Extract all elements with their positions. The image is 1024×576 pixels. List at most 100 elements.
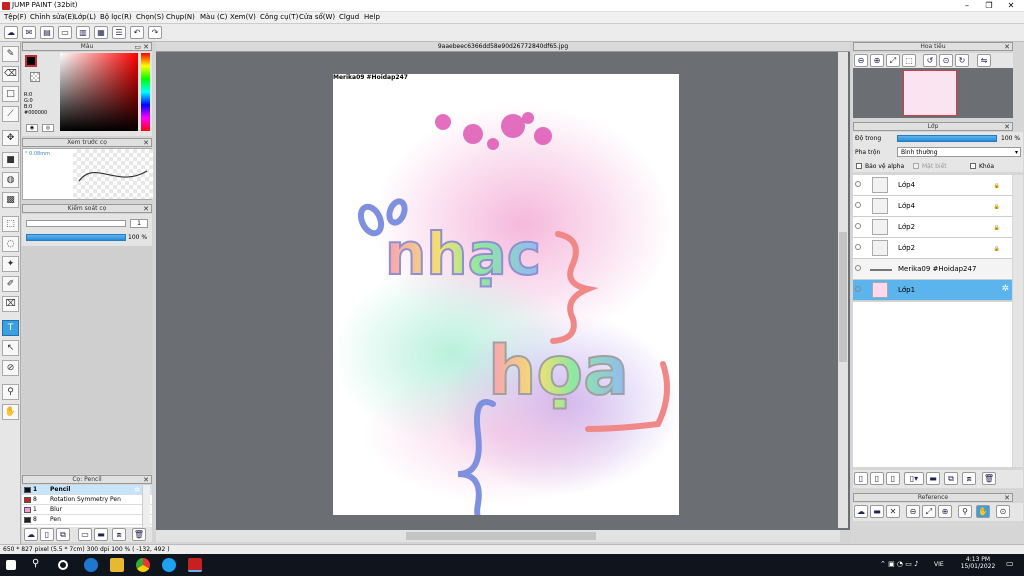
clock[interactable]: 4:13 PM 15/01/2022: [958, 556, 998, 570]
text-tool-icon[interactable]: T: [2, 320, 19, 336]
chat-icon[interactable]: ✉: [22, 26, 36, 39]
eyedropper-icon[interactable]: ⚲: [2, 384, 19, 400]
close-icon[interactable]: ✕: [1004, 123, 1010, 131]
zoom-out-icon[interactable]: ⊖: [854, 54, 868, 67]
menu-tools[interactable]: Công cụ(T): [260, 13, 298, 21]
color-swap-button[interactable]: ◎: [42, 124, 54, 132]
undo-icon[interactable]: ↶: [130, 26, 144, 39]
brush-item[interactable]: 8 Rotation Symmetry Pen: [22, 495, 152, 505]
saturation-value-picker[interactable]: [60, 53, 138, 131]
brush-item[interactable]: 1 Blur: [22, 505, 152, 515]
search-icon[interactable]: ⚲: [32, 558, 46, 572]
zoom-in-icon[interactable]: ⊕: [938, 505, 952, 518]
actual-size-icon[interactable]: ⬚: [902, 54, 916, 67]
zoom-out-icon[interactable]: ⊖: [906, 505, 920, 518]
visibility-icon[interactable]: [855, 202, 861, 208]
rotate-right-icon[interactable]: ↻: [955, 54, 969, 67]
cloud-icon[interactable]: ☁: [854, 505, 868, 518]
rotate-reset-icon[interactable]: ⊙: [939, 54, 953, 67]
operation-tool-icon[interactable]: ↖: [2, 340, 19, 356]
skype-icon[interactable]: [162, 558, 176, 572]
fit-icon[interactable]: ⤢: [922, 505, 936, 518]
new-layer-8bit-icon[interactable]: ▯: [870, 472, 884, 485]
menu-color[interactable]: Màu (C): [200, 13, 227, 21]
rectangle-tool-icon[interactable]: □: [2, 86, 19, 102]
menu-file[interactable]: Tệp(F): [4, 13, 27, 21]
menu-filter[interactable]: Bộ lọc(R): [100, 13, 132, 21]
menu-window[interactable]: Cửa sổ(W): [299, 13, 335, 21]
lasso-icon[interactable]: ◌: [2, 236, 19, 252]
brush-item[interactable]: 8 Pen: [22, 515, 152, 525]
trash-icon[interactable]: 🗑: [132, 528, 146, 541]
duplicate-icon[interactable]: ⧈: [112, 528, 126, 541]
layer-row-selected[interactable]: Lớp1 ✲: [853, 280, 1012, 301]
scroll-thumb[interactable]: [839, 232, 847, 362]
comment-icon[interactable]: ▤: [40, 26, 54, 39]
zoom-in-icon[interactable]: ⊕: [870, 54, 884, 67]
minimize-button[interactable]: –: [956, 0, 978, 12]
close-icon[interactable]: ✕: [143, 205, 149, 213]
magic-wand-icon[interactable]: ✦: [2, 256, 19, 272]
new-layer-icon[interactable]: ▯: [854, 472, 868, 485]
layer-row[interactable]: Lớp4 🔒: [853, 196, 1012, 217]
flip-icon[interactable]: ⇋: [977, 54, 991, 67]
scroll-thumb[interactable]: [406, 532, 596, 540]
mask-checkbox[interactable]: [913, 163, 919, 169]
new-layer-dropdown-icon[interactable]: ▯▾: [904, 472, 924, 485]
brush-tool-icon[interactable]: ✎: [2, 46, 19, 62]
edge-icon[interactable]: [84, 558, 98, 572]
close-icon[interactable]: ✕: [143, 139, 149, 147]
file-explorer-icon[interactable]: [110, 558, 124, 572]
visibility-icon[interactable]: [855, 286, 861, 292]
canvas-vertical-scrollbar[interactable]: [838, 52, 848, 528]
document-tab[interactable]: 9aaebeec6366dd58e90d26772840df65.jpg: [156, 42, 850, 52]
brush-size-value[interactable]: 1: [130, 219, 148, 228]
protect-alpha-checkbox[interactable]: [856, 163, 862, 169]
folder-icon[interactable]: ▬: [926, 472, 940, 485]
layer-row[interactable]: Lớp4 🔒: [853, 175, 1012, 196]
redo-icon[interactable]: ↷: [148, 26, 162, 39]
lock-checkbox[interactable]: [970, 163, 976, 169]
hand-tool-icon[interactable]: ✋: [2, 404, 19, 420]
language-indicator[interactable]: VIE: [934, 561, 944, 568]
new-layer-1bit-icon[interactable]: ▯: [886, 472, 900, 485]
visibility-icon[interactable]: [855, 223, 861, 229]
brush-size-slider[interactable]: [26, 220, 126, 227]
merge-layer-icon[interactable]: ⧈: [962, 472, 976, 485]
rotate-icon[interactable]: ⊙: [996, 505, 1010, 518]
background-color-swatch[interactable]: [30, 72, 40, 82]
layer-opacity-slider[interactable]: [897, 135, 997, 142]
menu-select[interactable]: Chọn(S): [136, 13, 164, 21]
menu-help[interactable]: Help: [364, 13, 380, 21]
chrome-icon[interactable]: [136, 558, 150, 572]
visibility-icon[interactable]: [855, 181, 861, 187]
close-icon[interactable]: ✕: [143, 43, 149, 51]
menu-capture[interactable]: Chụp(N): [166, 13, 195, 21]
maximize-button[interactable]: ❐: [978, 0, 1000, 12]
tray-icons[interactable]: ⌃ ▣ ◔ ▭ ♪: [880, 560, 919, 568]
select-pen-icon[interactable]: ✐: [2, 276, 19, 292]
bucket-tool-icon[interactable]: ◍: [2, 172, 19, 188]
layer-row[interactable]: Merika09 #Hoidap247: [853, 259, 1012, 280]
select-eraser-icon[interactable]: ⌧: [2, 296, 19, 312]
fill-rect-tool-icon[interactable]: ■: [2, 152, 19, 168]
gradient-tool-icon[interactable]: ▩: [2, 192, 19, 208]
hue-slider[interactable]: [141, 53, 150, 131]
select-rect-icon[interactable]: ⬚: [2, 216, 19, 232]
dropper-tool-icon[interactable]: ⊘: [2, 360, 19, 376]
gear-icon[interactable]: ✲: [1001, 284, 1009, 294]
move-tool-icon[interactable]: ✥: [2, 130, 19, 146]
foreground-color-swatch[interactable]: [25, 55, 37, 67]
menu-cloud[interactable]: Clgud: [339, 13, 359, 21]
new-brush-icon[interactable]: ▯: [40, 528, 54, 541]
menu-view[interactable]: Xem(V): [230, 13, 256, 21]
notification-icon[interactable]: ▭: [1006, 559, 1014, 568]
canvas-horizontal-scrollbar[interactable]: [156, 530, 840, 542]
message-icon[interactable]: ▭: [58, 26, 72, 39]
brush-opacity-slider[interactable]: [26, 234, 126, 241]
blend-mode-select[interactable]: Bình thường ▾: [897, 147, 1021, 157]
layer-row[interactable]: Lớp2 🔒: [853, 238, 1012, 259]
book-icon[interactable]: ▥: [76, 26, 90, 39]
doc-icon[interactable]: ▭: [78, 528, 92, 541]
layer-list-scrollbar[interactable]: [1013, 175, 1023, 467]
